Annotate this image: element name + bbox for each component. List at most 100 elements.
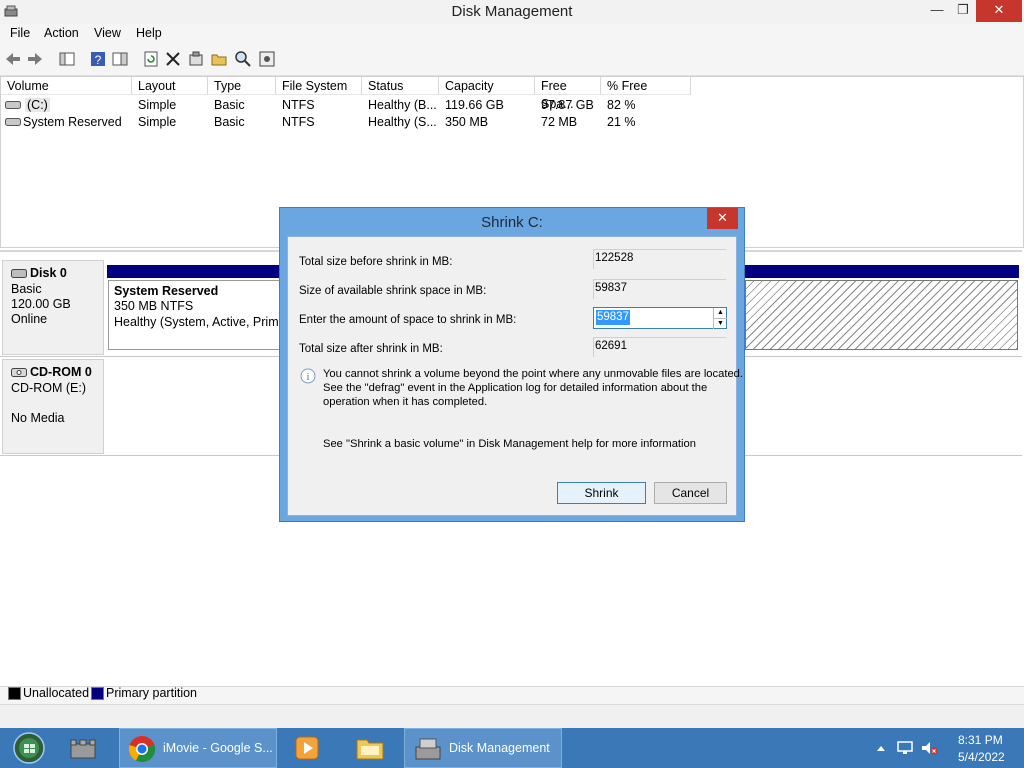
volume-type: Basic [214, 115, 245, 129]
toolbar: ? [0, 44, 1024, 76]
delete-icon[interactable] [164, 50, 182, 68]
forward-arrow-icon[interactable] [26, 50, 44, 68]
menu-file[interactable]: File [10, 26, 30, 40]
network-icon[interactable] [896, 740, 914, 756]
disk-icon [11, 269, 27, 278]
volume-layout: Simple [138, 98, 177, 112]
start-button[interactable] [4, 728, 54, 768]
available-label: Size of available shrink space in MB: [299, 285, 487, 297]
status-bar [0, 704, 1024, 729]
clock-date[interactable]: 5/4/2022 [958, 750, 1005, 764]
volume-capacity: 350 MB [445, 115, 489, 129]
properties-pane-icon[interactable] [111, 50, 129, 68]
menu-view[interactable]: View [94, 26, 121, 40]
disk-0-label[interactable]: Disk 0 Basic 120.00 GB Online [2, 260, 104, 355]
window-title: Disk Management [451, 3, 573, 20]
total-after-label: Total size after shrink in MB: [299, 343, 443, 355]
shrink-dialog: Shrink C: ✕ Total size before shrink in … [279, 207, 745, 522]
info-icon: i [300, 368, 316, 384]
refresh-icon[interactable] [142, 50, 160, 68]
info-text-line-3: operation when it has completed. [323, 396, 488, 408]
taskbar: iMovie - Google S... Disk Management 8:3… [0, 728, 1024, 768]
spin-down-icon[interactable]: ▼ [713, 318, 727, 329]
open-folder-icon[interactable] [210, 50, 228, 68]
dialog-body: Total size before shrink in MB: 122528 S… [287, 236, 743, 516]
search-icon[interactable] [234, 50, 252, 68]
taskbar-disk-management-label: Disk Management [449, 741, 550, 755]
legend: Unallocated Primary partition [0, 686, 1024, 705]
menu-action[interactable]: Action [44, 26, 79, 40]
legend-primary-swatch [91, 687, 104, 700]
folder-icon [356, 739, 384, 760]
cdrom-0-name: CD-ROM 0 [30, 365, 92, 379]
castle-icon [70, 739, 96, 759]
dialog-close-button[interactable]: ✕ [707, 208, 738, 229]
volume-free-space: 72 MB [541, 115, 578, 129]
column-file-system[interactable]: File System [276, 77, 362, 95]
taskbar-disk-management[interactable]: Disk Management [404, 728, 562, 768]
volume-percent-free: 21 % [607, 115, 636, 129]
disk-management-icon [415, 738, 441, 760]
column-percent-free[interactable]: % Free [601, 77, 691, 95]
column-layout[interactable]: Layout [132, 77, 208, 95]
column-volume[interactable]: Volume [1, 77, 132, 95]
taskbar-media-player[interactable] [283, 728, 331, 768]
shrink-button[interactable]: Shrink [557, 482, 646, 504]
cdrom-icon [11, 368, 27, 377]
minimize-button[interactable]: — [924, 0, 950, 22]
partition-name: System Reserved [114, 284, 219, 298]
cdrom-0-media: No Media [11, 411, 65, 425]
volume-layout: Simple [138, 115, 177, 129]
help-icon[interactable]: ? [89, 50, 107, 68]
available-value: 59837 [593, 279, 726, 299]
volume-file-system: NTFS [282, 115, 315, 129]
legend-unallocated-label: Unallocated [23, 686, 90, 700]
total-before-value: 122528 [593, 249, 726, 269]
partition-size: 350 MB NTFS [114, 299, 194, 313]
disk-0-type: Basic [11, 282, 42, 296]
menu-bar: File Action View Help [0, 24, 1024, 44]
cancel-button[interactable]: Cancel [654, 482, 727, 504]
settings-icon[interactable] [258, 50, 276, 68]
help-link-text[interactable]: See "Shrink a basic volume" in Disk Mana… [323, 438, 696, 450]
taskbar-chrome[interactable]: iMovie - Google S... [119, 728, 277, 768]
volume-muted-icon[interactable] [920, 740, 938, 756]
menu-help[interactable]: Help [136, 26, 162, 40]
volume-capacity: 119.66 GB [445, 98, 504, 112]
drive-icon [5, 101, 21, 109]
partition-status: Healthy (System, Active, Primar [114, 315, 279, 329]
info-text-line-1: You cannot shrink a volume beyond the po… [323, 368, 744, 380]
partition-system-reserved[interactable]: System Reserved 350 MB NTFS Healthy (Sys… [108, 280, 283, 350]
console-tree-icon[interactable] [58, 50, 76, 68]
column-type[interactable]: Type [208, 77, 276, 95]
restore-button[interactable]: ❐ [950, 0, 976, 22]
disk-0-name: Disk 0 [30, 266, 67, 280]
partition-c-selected[interactable] [745, 280, 1018, 350]
spin-up-icon[interactable]: ▲ [713, 308, 727, 318]
properties-icon[interactable] [187, 50, 205, 68]
svg-text:?: ? [95, 53, 102, 67]
taskbar-chrome-label: iMovie - Google S... [163, 741, 273, 755]
disk-0-size: 120.00 GB [11, 297, 71, 311]
disk-0-status: Online [11, 312, 48, 326]
taskbar-file-explorer[interactable] [345, 728, 395, 768]
total-after-value: 62691 [593, 337, 726, 357]
column-status[interactable]: Status [362, 77, 439, 95]
drive-icon [5, 118, 21, 126]
volume-status: Healthy (S... [368, 115, 437, 129]
cdrom-0-drive: CD-ROM (E:) [11, 381, 86, 395]
volume-name: (C:) [25, 98, 50, 112]
close-button[interactable]: ✕ [976, 0, 1022, 22]
column-capacity[interactable]: Capacity [439, 77, 535, 95]
clock-time[interactable]: 8:31 PM [958, 733, 1003, 747]
amount-input[interactable]: 59837 ▲ ▼ [593, 307, 727, 329]
volume-file-system: NTFS [282, 98, 315, 112]
column-free-space[interactable]: Free Spa... [535, 77, 601, 111]
dialog-title: Shrink C: [481, 214, 543, 231]
taskbar-tool-app[interactable] [57, 728, 109, 768]
volume-type: Basic [214, 98, 245, 112]
back-arrow-icon[interactable] [4, 50, 22, 68]
media-player-icon [295, 736, 319, 760]
cdrom-0-label[interactable]: CD-ROM 0 CD-ROM (E:) No Media [2, 359, 104, 454]
show-hidden-icons-icon[interactable] [876, 744, 886, 752]
